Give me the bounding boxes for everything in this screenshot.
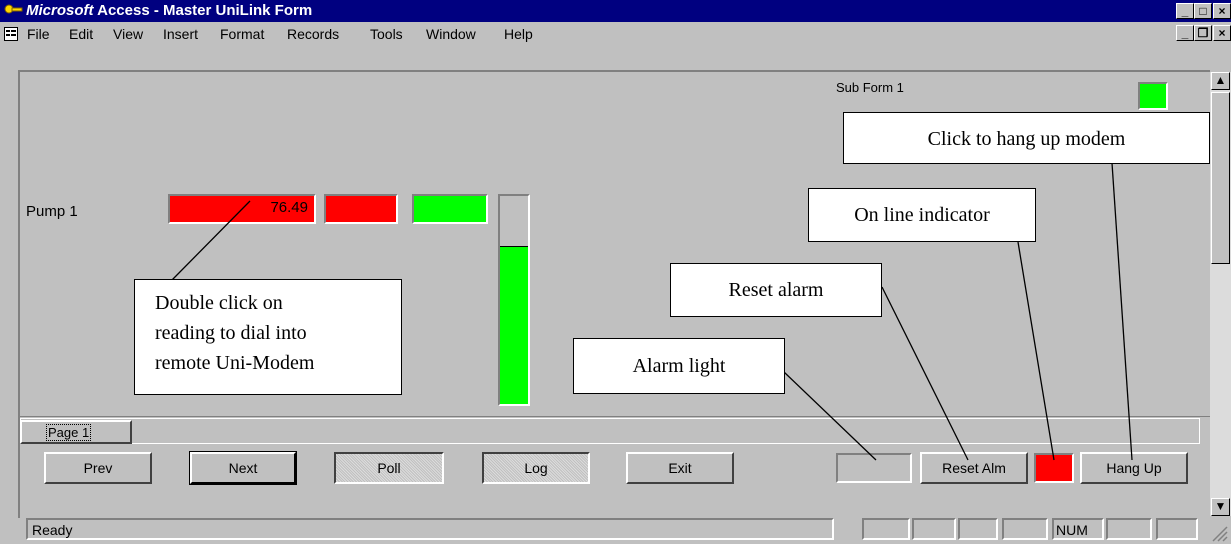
callout-dial-line-1: Double click on [155,292,283,314]
callout-lines [171,162,1133,461]
access-window: Microsoft Access - Master UniLink Form _… [0,0,1231,544]
callout-dial-line-3: remote Uni-Modem [155,352,315,374]
callout-dial-line-2: reading to dial into [155,322,307,344]
callout-reset-alarm: Reset alarm [670,263,882,317]
callout-online-indicator: On line indicator [808,188,1036,242]
callout-alarm-light: Alarm light [573,338,785,394]
callout-dial: Double click on reading to dial into rem… [134,279,402,395]
callout-hang-up: Click to hang up modem [843,112,1210,164]
